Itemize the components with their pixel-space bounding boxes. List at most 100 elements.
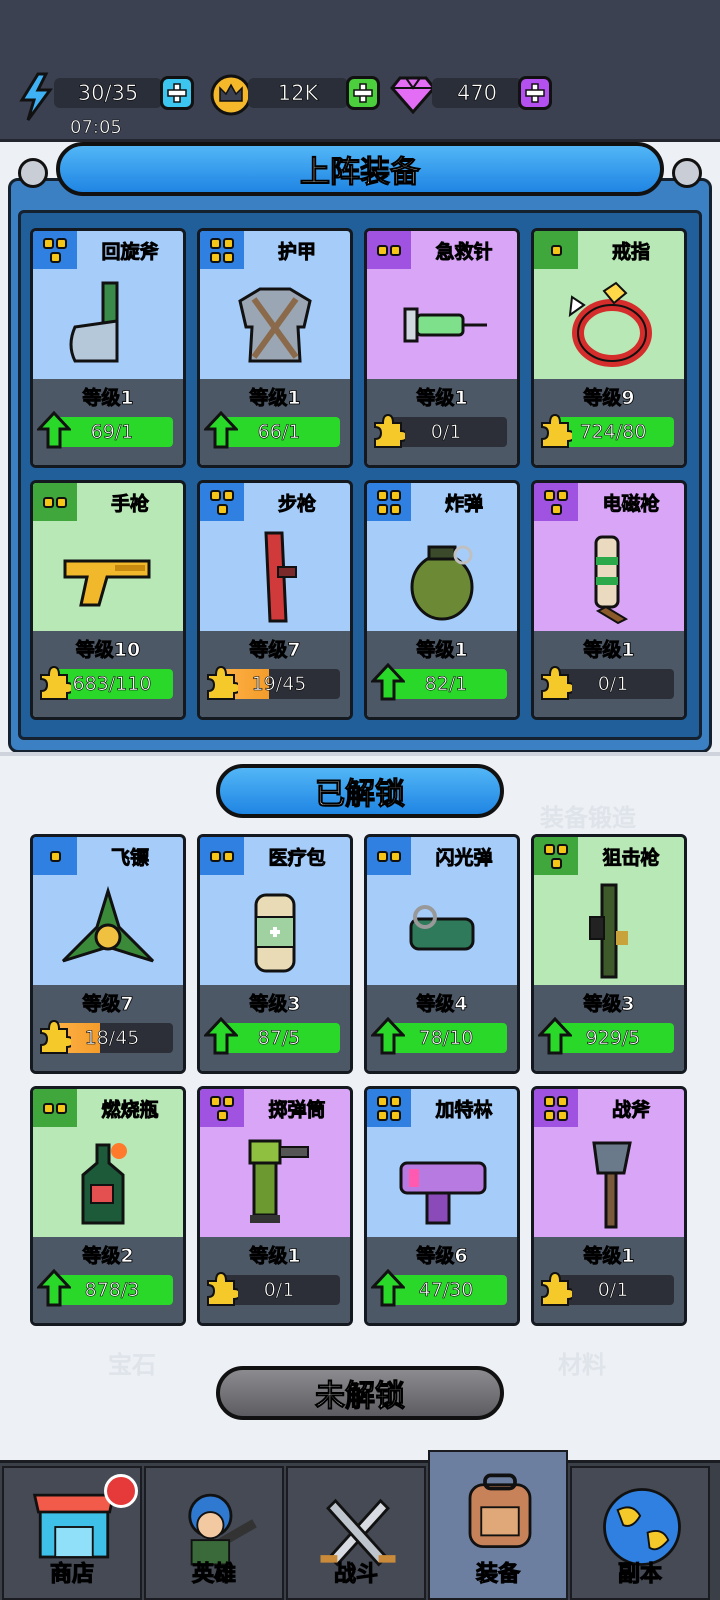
equipment-level: 等级1 bbox=[82, 387, 134, 410]
rarity-tag bbox=[200, 483, 244, 521]
rarity-pip bbox=[377, 850, 388, 862]
puzzle-piece-icon bbox=[541, 413, 572, 448]
equipment-level: 等级1 bbox=[583, 1245, 635, 1268]
equipment-level: 等级2 bbox=[82, 1245, 134, 1268]
equipment-name: 步枪 bbox=[277, 493, 317, 516]
puzzle-piece-icon bbox=[541, 665, 572, 700]
rarity-pip bbox=[557, 489, 568, 501]
rarity-pip bbox=[557, 843, 568, 855]
rarity-tag bbox=[33, 231, 77, 269]
equipment-level: 等级1 bbox=[249, 1245, 301, 1268]
materials-ghost-label: 材料 bbox=[558, 1351, 606, 1379]
flashbang-icon bbox=[409, 905, 475, 951]
equipment-name: 护甲 bbox=[277, 241, 317, 264]
card-footer: 等级9 724/80 bbox=[534, 379, 684, 465]
rarity-pip bbox=[550, 244, 562, 256]
crown-icon bbox=[210, 74, 252, 116]
rarity-tag bbox=[534, 1089, 578, 1127]
puzzle-piece-icon bbox=[374, 413, 405, 448]
card-footer: 等级1 0/1 bbox=[534, 1237, 684, 1323]
rivet bbox=[672, 158, 702, 188]
puzzle-piece-icon bbox=[207, 1271, 238, 1306]
sniper-icon bbox=[589, 883, 628, 979]
equipment-name: 电磁枪 bbox=[602, 493, 660, 516]
rarity-pip bbox=[49, 251, 61, 263]
armor-icon bbox=[238, 287, 312, 363]
railgun-icon bbox=[594, 535, 629, 625]
rarity-pip bbox=[390, 503, 401, 515]
rarity-tag bbox=[367, 483, 411, 521]
equipment-card[interactable]: 燃烧瓶 等级2 878/3 bbox=[30, 1086, 186, 1326]
rarity-pip bbox=[377, 244, 388, 256]
locked-title[interactable]: 未解锁 bbox=[216, 1366, 504, 1420]
plus-icon bbox=[525, 83, 545, 103]
equipment-card[interactable]: 医疗包 等级3 87/5 bbox=[197, 834, 353, 1074]
equipment-name: 闪光弹 bbox=[435, 847, 493, 870]
syringe-icon bbox=[403, 307, 487, 343]
puzzle-piece-icon bbox=[207, 665, 238, 700]
card-footer: 等级1 66/1 bbox=[200, 379, 350, 465]
add-crowns-button[interactable] bbox=[346, 76, 380, 110]
energy-icon bbox=[19, 72, 53, 121]
equipment-level: 等级7 bbox=[249, 639, 301, 662]
equipment-card[interactable]: 闪光弹 等级4 78/10 bbox=[364, 834, 520, 1074]
nav-tab[interactable]: 英雄 bbox=[144, 1466, 284, 1600]
card-footer: 等级7 18/45 bbox=[33, 985, 183, 1071]
backpack-icon bbox=[468, 1473, 532, 1549]
equipment-card[interactable]: 步枪 等级7 19/45 bbox=[197, 480, 353, 720]
equipment-name: 炸弹 bbox=[444, 493, 484, 516]
equipment-level: 等级1 bbox=[416, 639, 468, 662]
rarity-pip bbox=[550, 857, 562, 869]
rarity-tag bbox=[33, 837, 77, 875]
rifle-icon bbox=[264, 531, 297, 623]
nav-tab[interactable]: 商店 bbox=[2, 1466, 142, 1600]
nav-tab[interactable]: 战斗 bbox=[286, 1466, 426, 1600]
nav-label: 英雄 bbox=[191, 1562, 236, 1588]
equipment-name: 医疗包 bbox=[268, 847, 326, 870]
equipment-level: 等级1 bbox=[583, 639, 635, 662]
upgrade-arrow-icon bbox=[371, 663, 405, 701]
card-footer: 等级6 47/30 bbox=[367, 1237, 517, 1323]
equipment-card[interactable]: 炸弹 等级1 82/1 bbox=[364, 480, 520, 720]
rarity-pip bbox=[223, 237, 234, 249]
rarity-pip bbox=[43, 1102, 54, 1114]
rarity-pip bbox=[43, 237, 54, 249]
equipment-card[interactable]: 飞镖 等级7 18/45 bbox=[30, 834, 186, 1074]
upgrade-arrow-icon bbox=[371, 1017, 405, 1055]
shuriken-icon bbox=[61, 885, 155, 963]
upgrade-arrow-icon bbox=[538, 1017, 572, 1055]
nav-label: 副本 bbox=[617, 1562, 662, 1588]
add-gems-button[interactable] bbox=[518, 76, 552, 110]
equipment-card[interactable]: 回旋斧 等级1 69/1 bbox=[30, 228, 186, 468]
equipment-card[interactable]: 加特林等级6 47/30 bbox=[364, 1086, 520, 1326]
rarity-tag bbox=[534, 837, 578, 875]
unlocked-title[interactable]: 已解锁 bbox=[216, 764, 504, 818]
launcher-icon bbox=[248, 1139, 309, 1223]
rarity-pip bbox=[390, 244, 401, 256]
equipment-card[interactable]: 电磁枪等级1 0/1 bbox=[531, 480, 687, 720]
equipment-card[interactable]: 护甲等级1 66/1 bbox=[197, 228, 353, 468]
nav-tab[interactable]: 副本 bbox=[570, 1466, 710, 1600]
equipment-card[interactable]: 战斧 等级1 0/1 bbox=[531, 1086, 687, 1326]
equipment-card[interactable]: 掷弹筒 等级1 0/1 bbox=[197, 1086, 353, 1326]
upgrade-arrow-icon bbox=[371, 1269, 405, 1307]
rarity-pip bbox=[377, 1109, 388, 1121]
equipment-card[interactable]: 戒指 等级9 724/80 bbox=[531, 228, 687, 468]
equipment-level: 等级4 bbox=[416, 993, 468, 1016]
grenade-icon bbox=[410, 545, 474, 621]
card-footer: 等级3 929/5 bbox=[534, 985, 684, 1071]
upgrade-arrow-icon bbox=[204, 411, 238, 449]
equipment-card[interactable]: 手枪 等级10 683/110 bbox=[30, 480, 186, 720]
equipment-card[interactable]: 急救针 等级1 0/1 bbox=[364, 228, 520, 468]
rarity-tag bbox=[33, 1089, 77, 1127]
equipment-card[interactable]: 狙击枪 等级3 929/5 bbox=[531, 834, 687, 1074]
equipment-name: 回旋斧 bbox=[101, 241, 159, 264]
rarity-tag bbox=[200, 837, 244, 875]
add-energy-button[interactable] bbox=[160, 76, 194, 110]
equipment-name: 加特林 bbox=[435, 1099, 493, 1122]
card-footer: 等级1 0/1 bbox=[534, 631, 684, 717]
rarity-tag bbox=[534, 231, 578, 269]
equipment-level: 等级3 bbox=[249, 993, 301, 1016]
nav-tab[interactable]: 装备 bbox=[428, 1450, 568, 1600]
rarity-pip bbox=[56, 1102, 67, 1114]
